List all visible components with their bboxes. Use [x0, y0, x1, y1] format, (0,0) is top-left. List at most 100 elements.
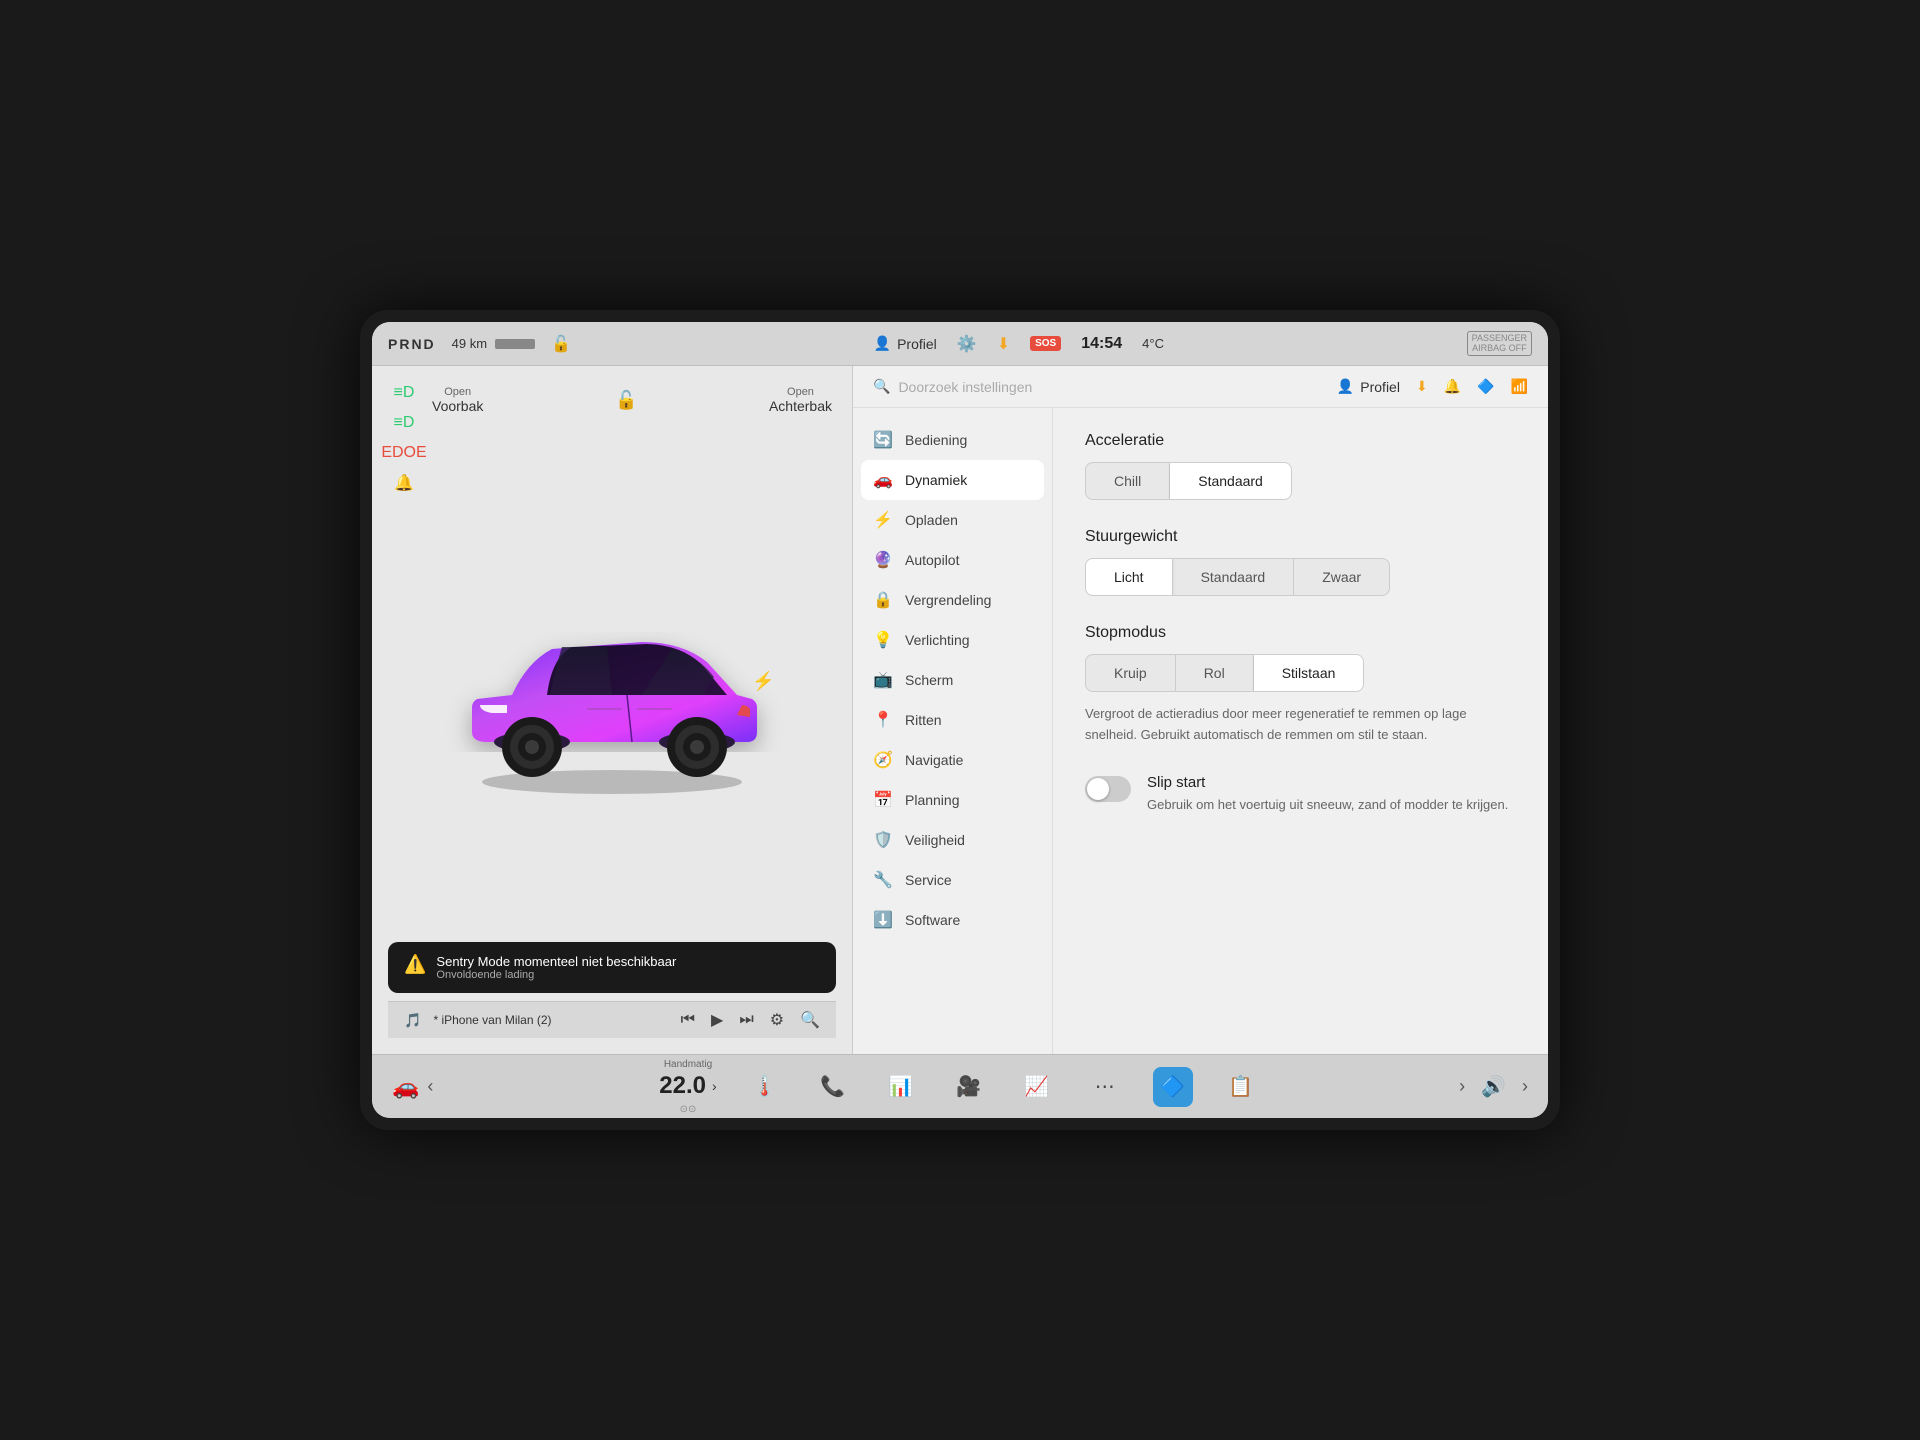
taskbar: 🚗 ‹ Handmatig 22.0 › ⊙⊙ 🌡️ — [372, 1054, 1548, 1118]
stilstaan-button[interactable]: Stilstaan — [1254, 655, 1364, 691]
heat-button[interactable]: 🌡️ — [745, 1067, 785, 1107]
camera-button[interactable]: 🎥 — [949, 1067, 989, 1107]
taskbar-car-icon[interactable]: 🚗 — [392, 1074, 419, 1100]
sentry-main-text: Sentry Mode momenteel niet beschikbaar — [436, 954, 676, 969]
sidebar-item-ritten[interactable]: 📍 Ritten — [853, 700, 1052, 740]
sidebar-label-planning: Planning — [905, 792, 960, 808]
phone-button[interactable]: 📞 — [813, 1067, 853, 1107]
settings-profile-label: Profiel — [1360, 379, 1400, 395]
download-icon: ⬇ — [997, 334, 1010, 354]
profile-button[interactable]: 👤 Profiel — [874, 335, 937, 352]
sidebar-item-autopilot[interactable]: 🔮 Autopilot — [853, 540, 1052, 580]
range-bar: 49 km — [452, 336, 535, 351]
ritten-icon: 📍 — [873, 710, 893, 730]
mode-label: Handmatig — [664, 1059, 712, 1070]
play-button[interactable]: ▶ — [711, 1010, 723, 1030]
sidebar-item-software[interactable]: ⬇️ Software — [853, 900, 1052, 940]
nav-arrow-right[interactable]: › — [1459, 1076, 1465, 1097]
settings-icon[interactable]: ⚙️ — [957, 334, 977, 354]
sidebar-item-veiligheid[interactable]: 🛡️ Veiligheid — [853, 820, 1052, 860]
settings-body: 🔄 Bediening 🚗 Dynamiek ⚡ Opladen 🔮 — [853, 408, 1548, 1054]
sentry-text: Sentry Mode momenteel niet beschikbaar O… — [436, 954, 676, 981]
sidebar-item-verlichting[interactable]: 💡 Verlichting — [853, 620, 1052, 660]
settings-profile-button[interactable]: 👤 Profiel — [1337, 378, 1400, 395]
sidebar-label-vergrendeling: Vergrendeling — [905, 592, 991, 608]
sidebar-label-bediening: Bediening — [905, 432, 967, 448]
search-music-button[interactable]: 🔍 — [800, 1010, 820, 1030]
accordion-button[interactable]: 📋 — [1221, 1067, 1261, 1107]
main-content: ≡D ≡D EDOE 🔔 Open Voorbak 🔓 Open — [372, 366, 1548, 1054]
rol-button[interactable]: Rol — [1176, 655, 1254, 691]
stopmode-title: Stopmodus — [1085, 624, 1516, 642]
volume-icon[interactable]: 🔊 — [1481, 1074, 1506, 1099]
slip-start-row: Slip start Gebruik om het voertuig uit s… — [1085, 774, 1516, 815]
slip-start-toggle[interactable] — [1085, 776, 1131, 802]
taskbar-left: 🚗 ‹ — [392, 1074, 532, 1100]
heat-icon: 🌡️ — [752, 1074, 777, 1099]
search-placeholder: Doorzoek instellingen — [898, 379, 1032, 395]
stopmode-button-group: Kruip Rol Stilstaan — [1085, 654, 1364, 692]
nav-arrow-left[interactable]: ‹ — [427, 1076, 433, 1097]
slip-start-title: Slip start — [1147, 774, 1508, 791]
sidebar-label-software: Software — [905, 912, 960, 928]
volume-arrow-right[interactable]: › — [1522, 1076, 1528, 1097]
search-area[interactable]: 🔍 Doorzoek instellingen — [873, 378, 1317, 395]
more-button[interactable]: ⋯ — [1085, 1067, 1125, 1107]
sidebar-item-dynamiek[interactable]: 🚗 Dynamiek — [861, 460, 1044, 500]
gear-icon-2: ≡D — [388, 412, 420, 434]
opladen-icon: ⚡ — [873, 510, 893, 530]
accordion-icon: 📋 — [1228, 1074, 1253, 1099]
sidebar-item-scherm[interactable]: 📺 Scherm — [853, 660, 1052, 700]
sidebar-item-navigatie[interactable]: 🧭 Navigatie — [853, 740, 1052, 780]
standaard-steering-button[interactable]: Standaard — [1173, 559, 1295, 595]
kruip-button[interactable]: Kruip — [1086, 655, 1176, 691]
standaard-acceleration-button[interactable]: Standaard — [1170, 463, 1291, 499]
front-hood-label: Open Voorbak — [432, 386, 483, 414]
planning-icon: 📅 — [873, 790, 893, 810]
sidebar-label-autopilot: Autopilot — [905, 552, 959, 568]
gear-icon-3: EDOE — [388, 442, 420, 464]
sidebar-item-opladen[interactable]: ⚡ Opladen — [853, 500, 1052, 540]
speed-icons: ⊙⊙ — [680, 1104, 697, 1115]
speed-display: Handmatig 22.0 › ⊙⊙ — [659, 1059, 716, 1115]
equalizer-button[interactable]: ⚙ — [770, 1010, 784, 1030]
next-track-button[interactable]: ⏭ — [739, 1011, 753, 1029]
gear-icon-4: 🔔 — [388, 472, 420, 494]
top-bar-center: 👤 Profiel ⚙️ ⬇ SOS 14:54 4°C — [587, 334, 1451, 354]
licht-button[interactable]: Licht — [1086, 559, 1173, 595]
left-panel: ≡D ≡D EDOE 🔔 Open Voorbak 🔓 Open — [372, 366, 852, 1054]
zwaar-button[interactable]: Zwaar — [1294, 559, 1389, 595]
notepad-button[interactable]: 📊 — [881, 1067, 921, 1107]
dynamiek-icon: 🚗 — [873, 470, 893, 490]
range-indicator — [495, 339, 535, 349]
front-hood-main: Voorbak — [432, 398, 483, 414]
slip-start-info: Slip start Gebruik om het voertuig uit s… — [1147, 774, 1508, 815]
music-controls: ⏮ ▶ ⏭ ⚙ 🔍 — [681, 1010, 820, 1030]
settings-search-bar: 🔍 Doorzoek instellingen 👤 Profiel ⬇ 🔔 🔷 … — [853, 366, 1548, 408]
stopmode-section: Stopmodus Kruip Rol Stilstaan Vergroot d… — [1085, 624, 1516, 746]
sidebar-item-vergrendeling[interactable]: 🔒 Vergrendeling — [853, 580, 1052, 620]
profile-person-icon: 👤 — [874, 335, 891, 352]
speed-arrows: › — [712, 1078, 717, 1094]
settings-profile-icon: 👤 — [1337, 378, 1354, 395]
top-status-bar: PRND 49 km 🔓 👤 Profiel ⚙️ ⬇ SOS 14:54 4°… — [372, 322, 1548, 366]
sos-badge[interactable]: SOS — [1030, 336, 1061, 351]
sentry-warning: ⚠️ Sentry Mode momenteel niet beschikbaa… — [388, 942, 836, 993]
sidebar-label-dynamiek: Dynamiek — [905, 472, 967, 488]
sidebar-item-planning[interactable]: 📅 Planning — [853, 780, 1052, 820]
toggle-knob — [1087, 778, 1109, 800]
top-bar-right: PASSENGER AIRBAG OFF — [1467, 331, 1532, 357]
chart-button[interactable]: 📈 — [1017, 1067, 1057, 1107]
sidebar-item-service[interactable]: 🔧 Service — [853, 860, 1052, 900]
prev-track-button[interactable]: ⏮ — [681, 1011, 695, 1029]
bluetooth-taskbar-button[interactable]: 🔷 — [1153, 1067, 1193, 1107]
bell-icon: 🔔 — [1444, 378, 1461, 395]
service-icon: 🔧 — [873, 870, 893, 890]
chill-button[interactable]: Chill — [1086, 463, 1170, 499]
range-value: 49 km — [452, 336, 487, 351]
sidebar-item-bediening[interactable]: 🔄 Bediening — [853, 420, 1052, 460]
acceleration-title: Acceleratie — [1085, 432, 1516, 450]
chart-icon: 📈 — [1024, 1074, 1049, 1099]
acceleration-button-group: Chill Standaard — [1085, 462, 1292, 500]
time-display: 14:54 — [1081, 335, 1122, 353]
